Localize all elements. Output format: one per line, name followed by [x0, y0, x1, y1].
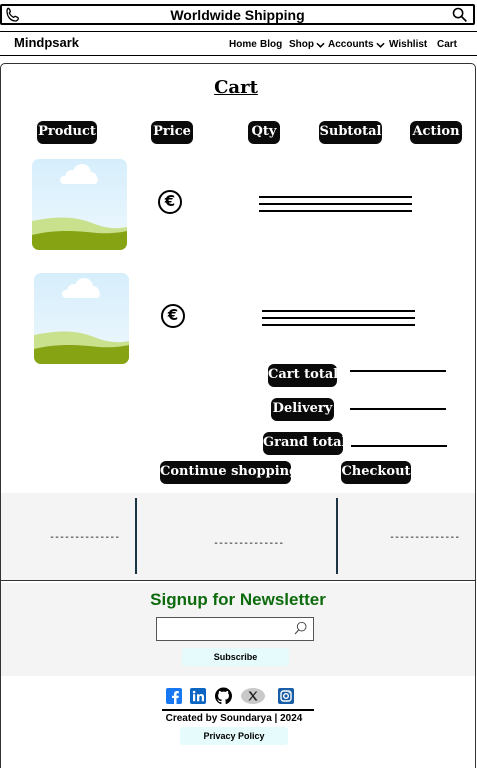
column-header-price: Price	[151, 121, 193, 144]
chevron-down-icon	[375, 42, 385, 48]
column-header-product: Product	[37, 121, 97, 144]
search-icon[interactable]	[451, 6, 468, 23]
nav-accounts-label: Accounts	[328, 39, 374, 50]
nav-blog-label: Blog	[260, 39, 283, 50]
checkout-button[interactable]: Checkout	[341, 461, 411, 484]
action-line	[262, 324, 415, 326]
subtotal-line	[262, 317, 415, 319]
brand-logo[interactable]: Mindpsark	[14, 35, 79, 50]
divider	[135, 498, 137, 574]
page-title: Cart	[214, 77, 258, 98]
nav-cart-label: Cart	[437, 39, 458, 50]
newsletter-section: Signup for Newsletter Subscribe	[1, 583, 475, 676]
action-line	[259, 210, 412, 212]
newsletter-title: Signup for Newsletter	[150, 590, 326, 609]
x-icon[interactable]	[241, 687, 265, 705]
euro-icon: €	[161, 304, 185, 328]
grand-total-value-line	[351, 445, 447, 447]
delivery-value-line	[350, 408, 446, 410]
grand-total-label: Grand total	[263, 432, 346, 455]
nav-accounts[interactable]: Accounts	[328, 39, 385, 50]
landscape-image-icon	[32, 159, 127, 250]
product-image[interactable]	[34, 273, 129, 364]
top-bar: Worldwide Shipping	[0, 4, 475, 25]
column-header-action: Action	[410, 121, 462, 144]
shipping-banner-text: Worldwide Shipping	[170, 7, 305, 23]
nav-shop-label: Shop	[289, 39, 314, 50]
divider	[336, 498, 338, 574]
divider	[162, 709, 314, 711]
newsletter-email-input[interactable]	[156, 617, 314, 641]
qty-line	[259, 196, 412, 198]
credit-text: Created by Soundarya | 2024	[165, 713, 303, 724]
delivery-label: Delivery	[271, 398, 334, 421]
instagram-icon[interactable]	[278, 687, 294, 705]
qty-line	[262, 310, 415, 312]
cart-total-label: Cart total	[268, 364, 338, 387]
subscribe-button[interactable]: Subscribe	[182, 648, 289, 666]
landscape-image-icon	[34, 273, 129, 364]
linkedin-icon[interactable]	[190, 687, 206, 705]
search-icon[interactable]	[293, 620, 309, 636]
facebook-icon[interactable]	[166, 687, 182, 705]
nav-home[interactable]: Home	[229, 39, 257, 50]
nav-shop[interactable]: Shop	[289, 39, 325, 50]
nav-wishlist[interactable]: Wishlist	[389, 39, 427, 50]
main-nav: Mindpsark Home Blog Shop Accounts Wishli…	[0, 31, 477, 56]
privacy-policy-link[interactable]: Privacy Policy	[180, 727, 288, 745]
nav-cart[interactable]: Cart	[437, 39, 457, 50]
footer-columns: -------------- -------------- ----------…	[1, 493, 475, 581]
footer-column-2: --------------	[213, 538, 284, 549]
euro-icon: €	[158, 190, 182, 214]
footer-column-3: --------------	[389, 532, 460, 543]
nav-wishlist-label: Wishlist	[389, 39, 428, 50]
column-header-qty: Qty	[248, 121, 280, 144]
column-header-subtotal: Subtotal	[319, 121, 382, 144]
cart-total-value-line	[350, 370, 446, 372]
product-image[interactable]	[32, 159, 127, 250]
continue-shopping-button[interactable]: Continue shopping	[160, 461, 298, 484]
nav-blog[interactable]: Blog	[260, 39, 282, 50]
chevron-down-icon	[316, 42, 325, 48]
github-icon[interactable]	[215, 687, 232, 705]
footer-column-1: --------------	[49, 532, 120, 543]
nav-home-label: Home	[229, 39, 257, 50]
subtotal-line	[259, 203, 412, 205]
